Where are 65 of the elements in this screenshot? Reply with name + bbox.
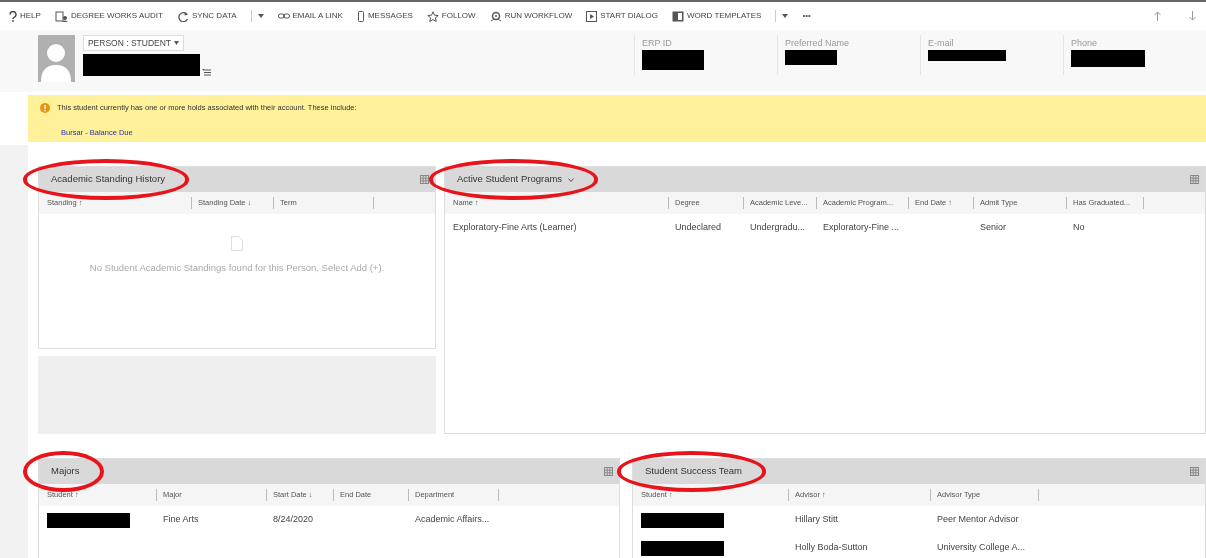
list-menu-icon (201, 69, 211, 76)
redaction-bar (642, 50, 704, 70)
toolbar-button[interactable]: RUN WORKFLOW (489, 10, 573, 22)
caret-icon (257, 14, 264, 18)
grid-icon (1190, 175, 1199, 184)
panel-title: Active Student Programs (457, 172, 563, 187)
next-record-button[interactable] (1189, 11, 1196, 21)
dialog-icon (586, 10, 598, 22)
table-cell: Exploratory-Fine Arts (Learner) (453, 221, 577, 235)
redaction-bar (785, 50, 837, 65)
field-label: ERP ID (642, 38, 673, 48)
link-icon (277, 11, 290, 21)
table-cell: Undeclared (675, 221, 722, 235)
dropdown-button[interactable] (775, 10, 789, 22)
panel-title: Academic Standing History (51, 172, 166, 187)
help-icon (8, 10, 17, 22)
form-selector[interactable]: PERSON : STUDENT (82, 35, 185, 51)
grid-view-button[interactable] (420, 175, 429, 184)
word-document-icon (672, 10, 684, 22)
table-cell: Hillary Stitt (795, 513, 838, 527)
panel-title: Student Success Team (645, 464, 742, 479)
up-arrow-icon (1154, 11, 1161, 21)
warning-icon (40, 102, 50, 113)
toolbar-button[interactable]: MESSAGES (356, 10, 413, 22)
grid-view-button[interactable] (1190, 175, 1199, 184)
table-cell: Exploratory-Fine ... (823, 221, 900, 235)
document-user-icon (54, 10, 68, 22)
star-icon (426, 10, 439, 22)
toolbar-button[interactable]: HELP (8, 10, 41, 22)
caret-icon (174, 41, 180, 45)
caret-icon (782, 14, 789, 18)
field-label: Preferred Name (785, 38, 851, 48)
grid-view-button[interactable] (604, 467, 613, 476)
empty-message: No Student Academic Standings found for this Person. Select Add (+). (89, 261, 385, 275)
table-cell: 8/24/2020 (273, 513, 314, 527)
table-cell: Peer Mentor Advisor (937, 513, 1019, 527)
table-cell: Holly Boda-Sutton (795, 541, 868, 555)
table-cell: Undergradu... (750, 221, 806, 235)
table-cell: Fine Arts (163, 513, 199, 527)
toolbar-button[interactable]: START DIALOG (586, 10, 658, 22)
grid-icon (420, 175, 429, 184)
person-silhouette-icon (41, 42, 72, 82)
field-label: E-mail (928, 38, 955, 48)
table-cell: Academic Affairs... (415, 513, 490, 527)
toolbar-button[interactable]: FOLLOW (426, 10, 476, 22)
sync-icon (176, 10, 189, 22)
blank-document-icon (231, 236, 243, 251)
grid-view-button[interactable] (1190, 467, 1199, 476)
toolbar-button[interactable]: DEGREE WORKS AUDIT (54, 10, 163, 22)
toolbar-button[interactable]: SYNC DATA (176, 10, 237, 22)
table-cell: Senior (980, 221, 1006, 235)
phone-icon (356, 10, 365, 22)
previous-record-button[interactable] (1154, 11, 1161, 21)
field-label: Phone (1071, 38, 1099, 48)
toolbar-button[interactable]: EMAIL A LINK (277, 10, 343, 22)
down-arrow-icon (1189, 11, 1196, 21)
table-cell: University College A... (937, 541, 1026, 555)
grid-icon (1190, 467, 1199, 476)
grid-icon (604, 467, 613, 476)
toolbar-button[interactable]: WORD TEMPLATES (672, 10, 762, 22)
workflow-icon (489, 10, 502, 22)
more-button[interactable]: ••• (802, 10, 811, 22)
dropdown-button[interactable] (250, 10, 264, 22)
table-cell: No (1073, 221, 1085, 235)
panel-title: Majors (51, 464, 80, 479)
